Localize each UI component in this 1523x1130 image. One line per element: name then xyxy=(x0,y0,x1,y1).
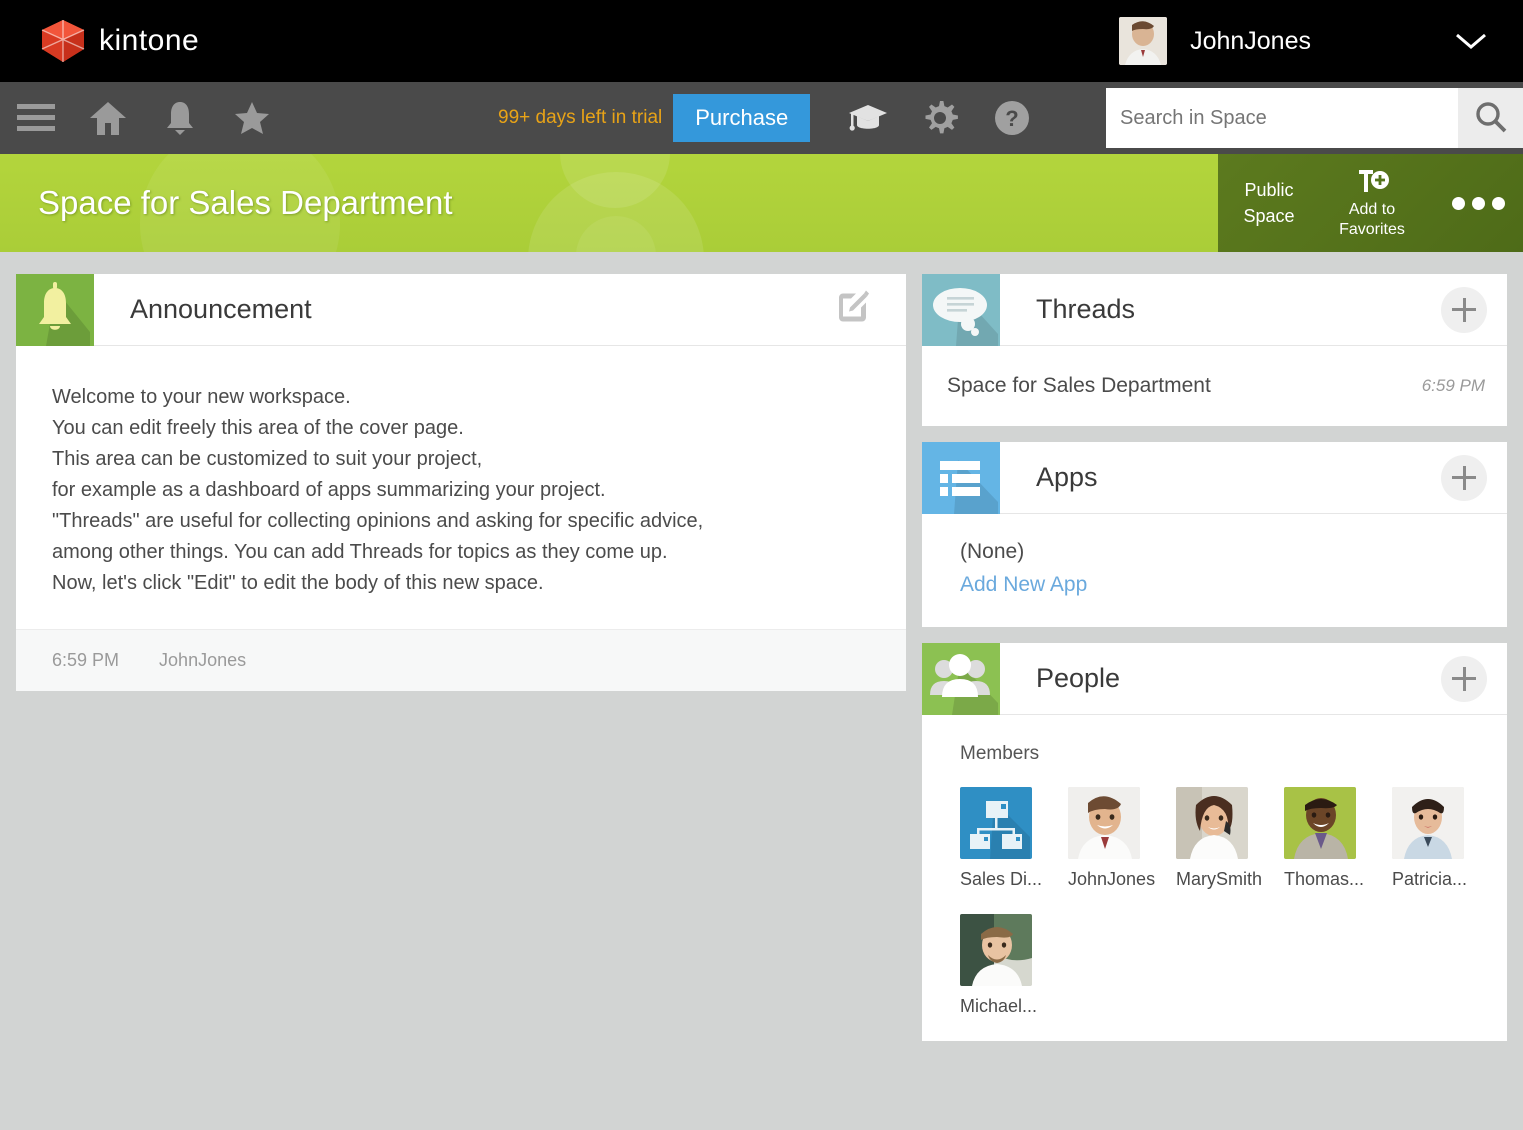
search-area xyxy=(1106,88,1523,148)
avatar xyxy=(1392,787,1464,859)
avatar xyxy=(1176,787,1248,859)
people-title: People xyxy=(1036,643,1120,714)
member-item[interactable]: JohnJones xyxy=(1068,787,1176,890)
member-name: MarySmith xyxy=(1176,869,1284,890)
kintone-cube-logo-icon xyxy=(40,19,86,63)
add-thread-button[interactable] xyxy=(1441,287,1487,333)
user-name-label: JohnJones xyxy=(1190,27,1311,56)
right-column: Threads Space for Sales Department 6:59 … xyxy=(922,274,1507,1041)
spacer xyxy=(922,426,1507,442)
add-app-button[interactable] xyxy=(1441,455,1487,501)
ellipsis-icon xyxy=(1492,197,1505,210)
announcement-line: among other things. You can add Threads … xyxy=(52,537,870,568)
apps-header: Apps xyxy=(922,442,1507,514)
member-name: Sales Di... xyxy=(960,869,1068,890)
search-button[interactable] xyxy=(1458,88,1523,148)
apps-empty-label: (None) xyxy=(960,540,1507,564)
svg-text:?: ? xyxy=(1005,106,1018,131)
bell-icon[interactable] xyxy=(144,82,216,154)
list-icon xyxy=(922,442,1000,514)
avatar xyxy=(1119,17,1167,65)
chevron-down-icon[interactable] xyxy=(1441,31,1501,51)
announcement-line: for example as a dashboard of apps summa… xyxy=(52,475,870,506)
graduation-cap-icon[interactable] xyxy=(832,82,904,154)
member-name: JohnJones xyxy=(1068,869,1176,890)
member-item[interactable]: Sales Di... xyxy=(960,787,1068,890)
nav-utility-icons: ? xyxy=(832,82,1048,154)
member-name: Patricia... xyxy=(1392,869,1500,890)
members-grid: Sales Di... xyxy=(960,787,1507,1041)
brand-logo[interactable]: kintone xyxy=(40,19,199,63)
space-actions: Public Space Add to Favorites xyxy=(1218,154,1523,252)
announcement-line: "Threads" are useful for collecting opin… xyxy=(52,506,870,537)
avatar xyxy=(1068,787,1140,859)
ellipsis-icon xyxy=(1452,197,1465,210)
announcement-line: This area can be customized to suit your… xyxy=(52,444,870,475)
thread-list-item[interactable]: Space for Sales Department 6:59 PM xyxy=(922,346,1507,426)
pin-add-icon xyxy=(1318,166,1426,196)
announcement-line: You can edit freely this area of the cov… xyxy=(52,413,870,444)
question-mark-icon[interactable]: ? xyxy=(976,82,1048,154)
announcement-header: Announcement xyxy=(16,274,906,346)
spacer xyxy=(922,627,1507,643)
add-new-app-link[interactable]: Add New App xyxy=(960,573,1087,597)
people-group-icon xyxy=(922,643,1000,715)
add-person-button[interactable] xyxy=(1441,656,1487,702)
member-item[interactable]: Thomas... xyxy=(1284,787,1392,890)
speech-bubble-icon xyxy=(922,274,1000,346)
threads-card: Threads Space for Sales Department 6:59 … xyxy=(922,274,1507,426)
apps-card: Apps (None) Add New App xyxy=(922,442,1507,627)
navigation-bar: 99+ days left in trial Purchase xyxy=(0,82,1523,154)
trial-status-label: 99+ days left in trial xyxy=(498,107,662,129)
avatar xyxy=(1284,787,1356,859)
member-name: Michael... xyxy=(960,996,1068,1017)
main-content: Announcement Welcome to your new workspa… xyxy=(0,252,1523,1130)
threads-title: Threads xyxy=(1036,274,1135,345)
member-item[interactable]: Patricia... xyxy=(1392,787,1500,890)
ellipsis-icon xyxy=(1472,197,1485,210)
purchase-button[interactable]: Purchase xyxy=(673,94,810,142)
members-label: Members xyxy=(960,743,1507,765)
edit-pencil-icon[interactable] xyxy=(834,289,870,330)
app-page: kintone JohnJones xyxy=(0,0,1523,1130)
hamburger-menu-icon[interactable] xyxy=(0,82,72,154)
avatar xyxy=(960,914,1032,986)
user-menu[interactable]: JohnJones xyxy=(1119,0,1523,82)
announcement-author: JohnJones xyxy=(159,650,246,671)
bell-icon xyxy=(16,274,94,346)
gear-icon[interactable] xyxy=(904,82,976,154)
brand-name: kintone xyxy=(99,24,199,58)
member-name: Thomas... xyxy=(1284,869,1392,890)
member-item[interactable]: MarySmith xyxy=(1176,787,1284,890)
people-header: People xyxy=(922,643,1507,715)
department-org-chart-icon xyxy=(960,787,1032,859)
announcement-card: Announcement Welcome to your new workspa… xyxy=(16,274,906,691)
home-icon[interactable] xyxy=(72,82,144,154)
top-bar: kintone JohnJones xyxy=(0,0,1523,82)
announcement-title: Announcement xyxy=(130,274,312,345)
announcement-footer: 6:59 PM JohnJones xyxy=(16,629,906,691)
apps-body: (None) Add New App xyxy=(922,514,1507,627)
space-header: Space for Sales Department Public Space … xyxy=(0,154,1523,252)
thread-time: 6:59 PM xyxy=(1422,376,1485,396)
star-icon[interactable] xyxy=(216,82,288,154)
threads-header: Threads xyxy=(922,274,1507,346)
thread-name: Space for Sales Department xyxy=(947,374,1211,398)
public-space-label: Public Space xyxy=(1228,177,1310,229)
announcement-line: Now, let's click "Edit" to edit the body… xyxy=(52,568,870,599)
page-title: Space for Sales Department xyxy=(38,184,453,222)
member-item[interactable]: Michael... xyxy=(960,914,1068,1017)
more-options-button[interactable] xyxy=(1452,197,1505,210)
search-icon xyxy=(1474,100,1508,137)
left-column: Announcement Welcome to your new workspa… xyxy=(16,274,906,691)
people-card: People Members xyxy=(922,643,1507,1041)
search-input[interactable] xyxy=(1106,88,1458,148)
announcement-body: Welcome to your new workspace. You can e… xyxy=(16,346,906,629)
apps-title: Apps xyxy=(1036,442,1098,513)
add-to-favorites-button[interactable]: Add to Favorites xyxy=(1318,166,1426,240)
announcement-line: Welcome to your new workspace. xyxy=(52,382,870,413)
announcement-timestamp: 6:59 PM xyxy=(52,650,119,671)
people-body: Members xyxy=(922,715,1507,1041)
